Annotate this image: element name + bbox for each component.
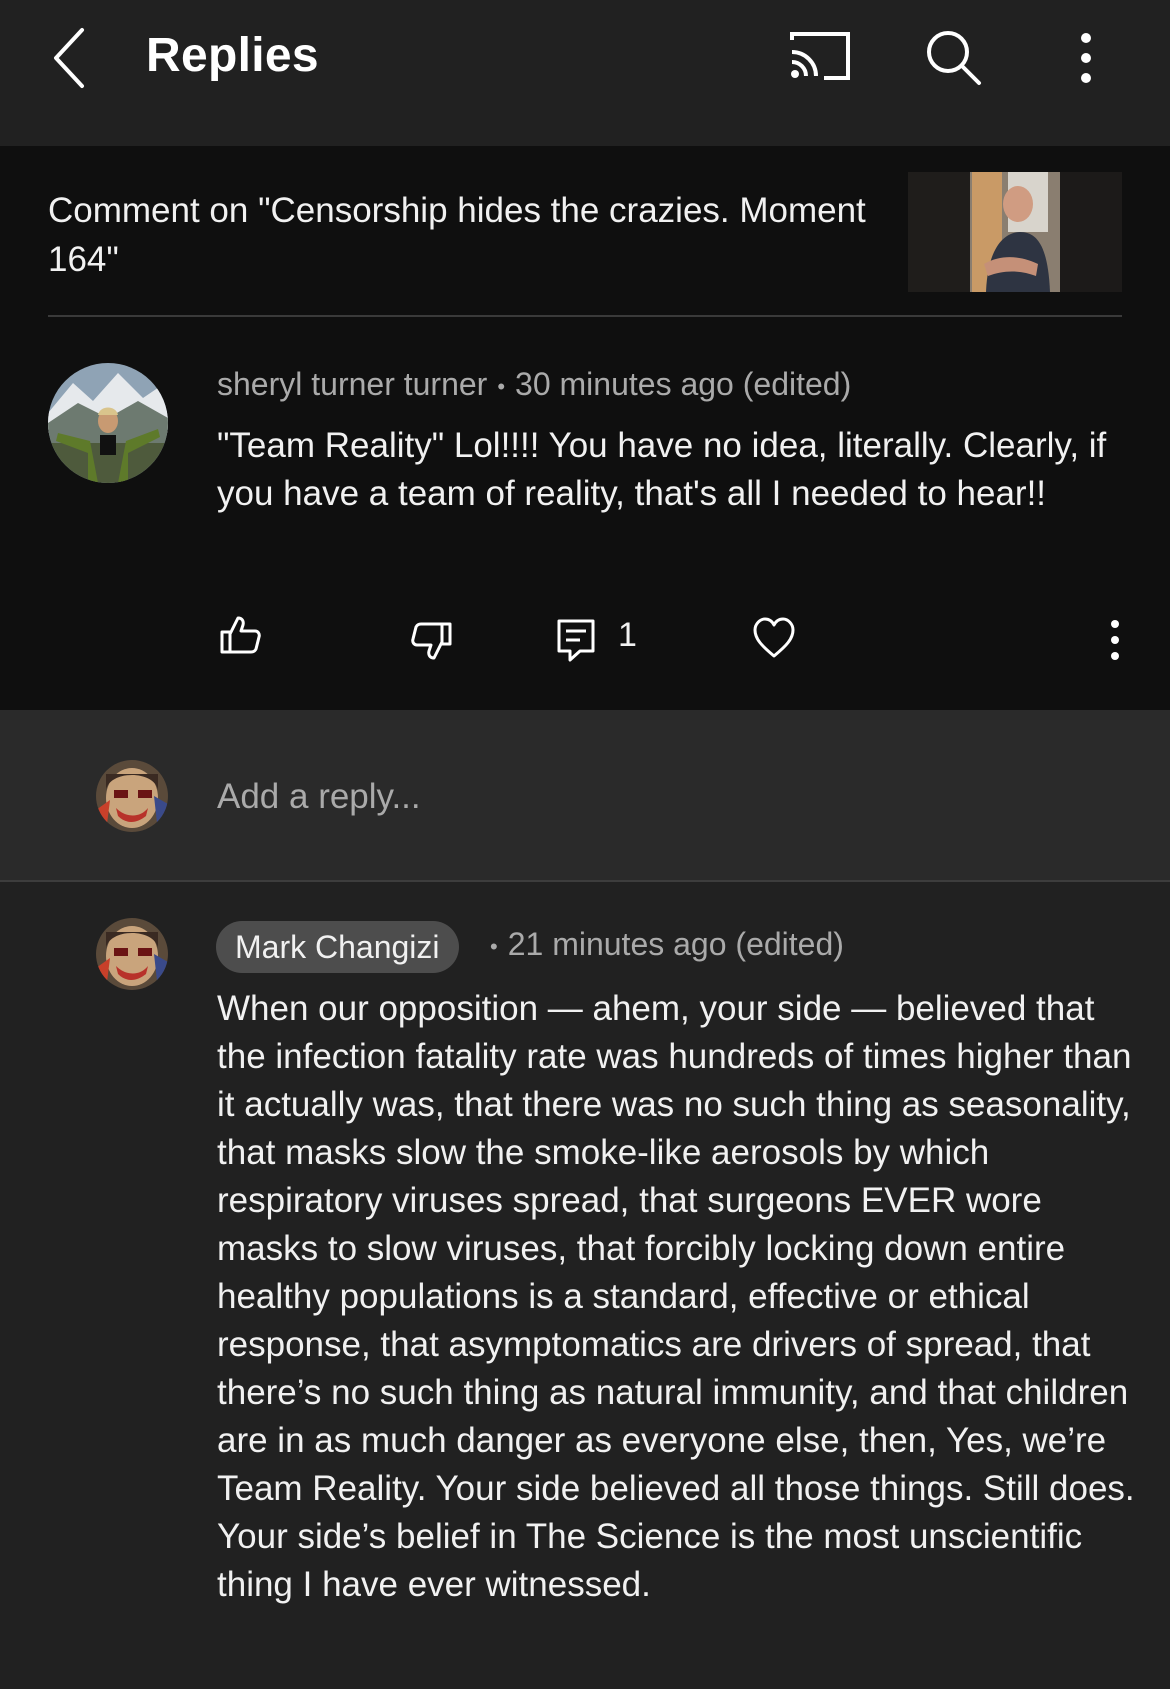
meta-separator: • [490, 933, 498, 959]
reply-text: When our opposition — ahem, your side — … [217, 989, 1135, 1604]
creator-author-badge[interactable]: Mark Changizi [216, 921, 459, 973]
reply-input[interactable] [217, 772, 1097, 822]
cast-icon[interactable] [788, 30, 852, 84]
heart-icon[interactable] [752, 616, 796, 660]
more-vert-icon[interactable] [1066, 30, 1106, 86]
back-icon[interactable] [48, 26, 96, 90]
comment-meta: • 21 minutes ago (edited) [490, 926, 844, 963]
comment-author[interactable]: sheryl turner turner [217, 366, 487, 402]
reply-count[interactable]: 1 [618, 616, 637, 655]
video-thumbnail[interactable] [908, 172, 1122, 292]
divider [0, 880, 1170, 882]
comment-context[interactable]: Comment on "Censorship hides the crazies… [48, 186, 868, 284]
meta-separator: • [497, 373, 506, 399]
avatar[interactable] [48, 363, 168, 483]
avatar[interactable] [96, 918, 168, 990]
dislike-icon[interactable] [410, 620, 454, 664]
like-icon[interactable] [218, 612, 262, 656]
comment-time: 21 minutes ago (edited) [507, 926, 844, 962]
avatar [96, 760, 168, 832]
comment-text: "Team Reality" Lol!!!! You have no idea,… [217, 426, 1107, 513]
comment-time: 30 minutes ago (edited) [515, 366, 852, 402]
search-icon[interactable] [924, 28, 982, 86]
comment-meta: sheryl turner turner • 30 minutes ago (edi… [217, 366, 851, 403]
page-title: Replies [146, 29, 319, 82]
comment-more-icon[interactable] [1100, 618, 1130, 662]
replies-icon[interactable] [556, 618, 596, 662]
divider [48, 315, 1122, 317]
